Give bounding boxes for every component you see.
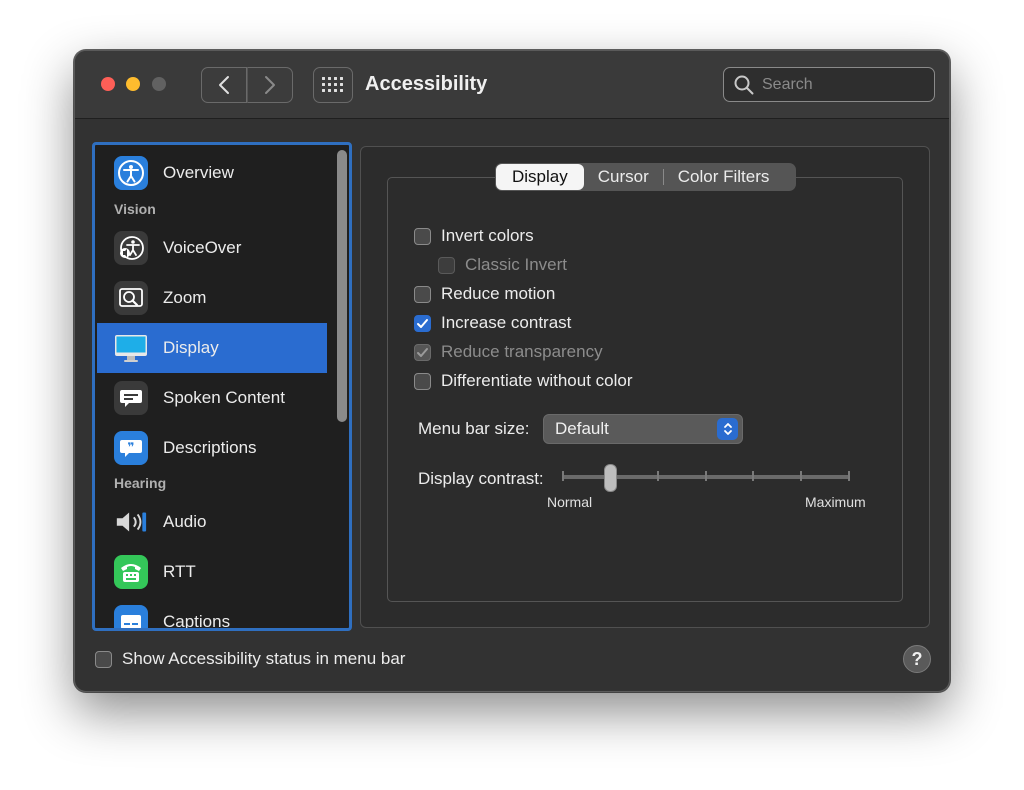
grid-icon xyxy=(322,77,343,92)
sidebar-section-hearing: Hearing xyxy=(114,475,167,491)
sidebar-item-captions[interactable]: Captions xyxy=(97,597,327,631)
checkmark-icon xyxy=(417,318,428,328)
reduce-transparency-option: Reduce transparency xyxy=(414,342,603,362)
sidebar-item-overview[interactable]: Overview xyxy=(97,148,327,198)
display-contrast-label: Display contrast: xyxy=(418,469,544,488)
sidebar-item-label: Descriptions xyxy=(163,438,257,457)
voiceover-icon xyxy=(114,231,148,265)
sidebar-item-zoom[interactable]: Zoom xyxy=(97,273,327,323)
sidebar-section-vision: Vision xyxy=(114,201,156,217)
accessibility-icon xyxy=(114,156,148,190)
differentiate-option[interactable]: Differentiate without color xyxy=(414,371,633,391)
chevron-right-icon xyxy=(265,76,275,94)
sidebar-item-audio[interactable]: Audio xyxy=(97,497,327,547)
reduce-motion-checkbox[interactable] xyxy=(414,285,431,303)
status-label: Show Accessibility status in menu bar xyxy=(122,649,406,668)
descriptions-icon: ❞ xyxy=(114,431,148,465)
title-bar: Accessibility xyxy=(75,51,949,119)
tab-cursor[interactable]: Cursor xyxy=(584,163,663,191)
close-button[interactable] xyxy=(101,77,115,91)
captions-icon xyxy=(114,605,148,628)
menu-bar-size-value: Default xyxy=(555,419,609,438)
menu-bar-size-label: Menu bar size: xyxy=(418,419,530,438)
classic-invert-checkbox xyxy=(438,256,455,274)
display-contrast-slider[interactable] xyxy=(562,463,852,493)
differentiate-label: Differentiate without color xyxy=(441,371,633,390)
menu-bar-size-select[interactable]: Default xyxy=(543,414,743,444)
tab-color-filters[interactable]: Color Filters xyxy=(664,163,784,191)
slider-tick xyxy=(705,471,707,481)
window-title: Accessibility xyxy=(365,73,488,95)
zoom-button[interactable] xyxy=(152,77,166,91)
sidebar-item-label: Display xyxy=(163,338,219,357)
sidebar-item-display[interactable]: Display xyxy=(97,323,327,373)
back-button[interactable] xyxy=(201,67,247,103)
search-field[interactable] xyxy=(723,67,935,102)
slider-min-label: Normal xyxy=(547,494,593,510)
sidebar-item-label: VoiceOver xyxy=(163,238,242,257)
sidebar-item-label: Audio xyxy=(163,512,207,531)
slider-tick xyxy=(800,471,802,481)
help-button[interactable]: ? xyxy=(903,645,931,673)
increase-contrast-option[interactable]: Increase contrast xyxy=(414,313,571,333)
show-all-button[interactable] xyxy=(313,67,353,103)
classic-invert-label: Classic Invert xyxy=(465,255,568,274)
sidebar-item-label: Overview xyxy=(163,163,234,182)
chevron-left-icon xyxy=(219,76,229,94)
audio-icon xyxy=(114,505,148,539)
slider-tick xyxy=(657,471,659,481)
reduce-motion-option[interactable]: Reduce motion xyxy=(414,284,555,304)
invert-colors-label: Invert colors xyxy=(441,226,534,245)
status-checkbox[interactable] xyxy=(95,650,112,668)
reduce-motion-label: Reduce motion xyxy=(441,284,556,303)
display-settings-pane: Invert colors Classic Invert Reduce moti… xyxy=(360,146,930,628)
slider-knob[interactable] xyxy=(604,464,617,492)
svg-text:❞: ❞ xyxy=(127,440,134,454)
settings-group: Invert colors Classic Invert Reduce moti… xyxy=(387,177,903,602)
preferences-window: Accessibility Overview Vision xyxy=(74,50,950,692)
sidebar-item-voiceover[interactable]: VoiceOver xyxy=(97,223,327,273)
search-input[interactable] xyxy=(762,75,922,94)
slider-max-label: Maximum xyxy=(805,494,866,510)
invert-colors-checkbox[interactable] xyxy=(414,227,431,245)
differentiate-checkbox[interactable] xyxy=(414,372,431,390)
zoom-icon xyxy=(114,281,148,315)
tab-bar: Display Cursor Color Filters xyxy=(495,163,796,191)
minimize-button[interactable] xyxy=(126,77,140,91)
increase-contrast-checkbox[interactable] xyxy=(414,314,431,332)
sidebar-item-descriptions[interactable]: ❞ Descriptions xyxy=(97,423,327,473)
sidebar-item-label: Captions xyxy=(163,612,231,631)
classic-invert-option: Classic Invert xyxy=(438,255,567,275)
invert-colors-option[interactable]: Invert colors xyxy=(414,226,534,246)
forward-button[interactable] xyxy=(247,67,293,103)
sidebar-item-label: RTT xyxy=(163,562,196,581)
rtt-icon xyxy=(114,555,148,589)
increase-contrast-label: Increase contrast xyxy=(441,313,572,332)
sidebar-item-rtt[interactable]: RTT xyxy=(97,547,327,597)
display-icon xyxy=(114,331,148,365)
slider-tick xyxy=(752,471,754,481)
sidebar-scrollbar[interactable] xyxy=(337,150,347,422)
status-option[interactable]: Show Accessibility status in menu bar xyxy=(95,649,405,669)
slider-tick xyxy=(848,471,850,481)
sidebar-item-label: Zoom xyxy=(163,288,207,307)
reduce-transparency-checkbox xyxy=(414,343,431,361)
slider-tick xyxy=(562,471,564,481)
sidebar-item-spoken-content[interactable]: Spoken Content xyxy=(97,373,327,423)
spoken-content-icon xyxy=(114,381,148,415)
sidebar-item-label: Spoken Content xyxy=(163,388,285,407)
tab-display[interactable]: Display xyxy=(496,164,584,190)
chevron-up-down-icon xyxy=(717,418,738,440)
sidebar[interactable]: Overview Vision VoiceOver Zoom Display S… xyxy=(92,142,352,631)
checkmark-icon xyxy=(417,347,428,357)
reduce-transparency-label: Reduce transparency xyxy=(441,342,603,361)
search-icon xyxy=(734,75,754,94)
